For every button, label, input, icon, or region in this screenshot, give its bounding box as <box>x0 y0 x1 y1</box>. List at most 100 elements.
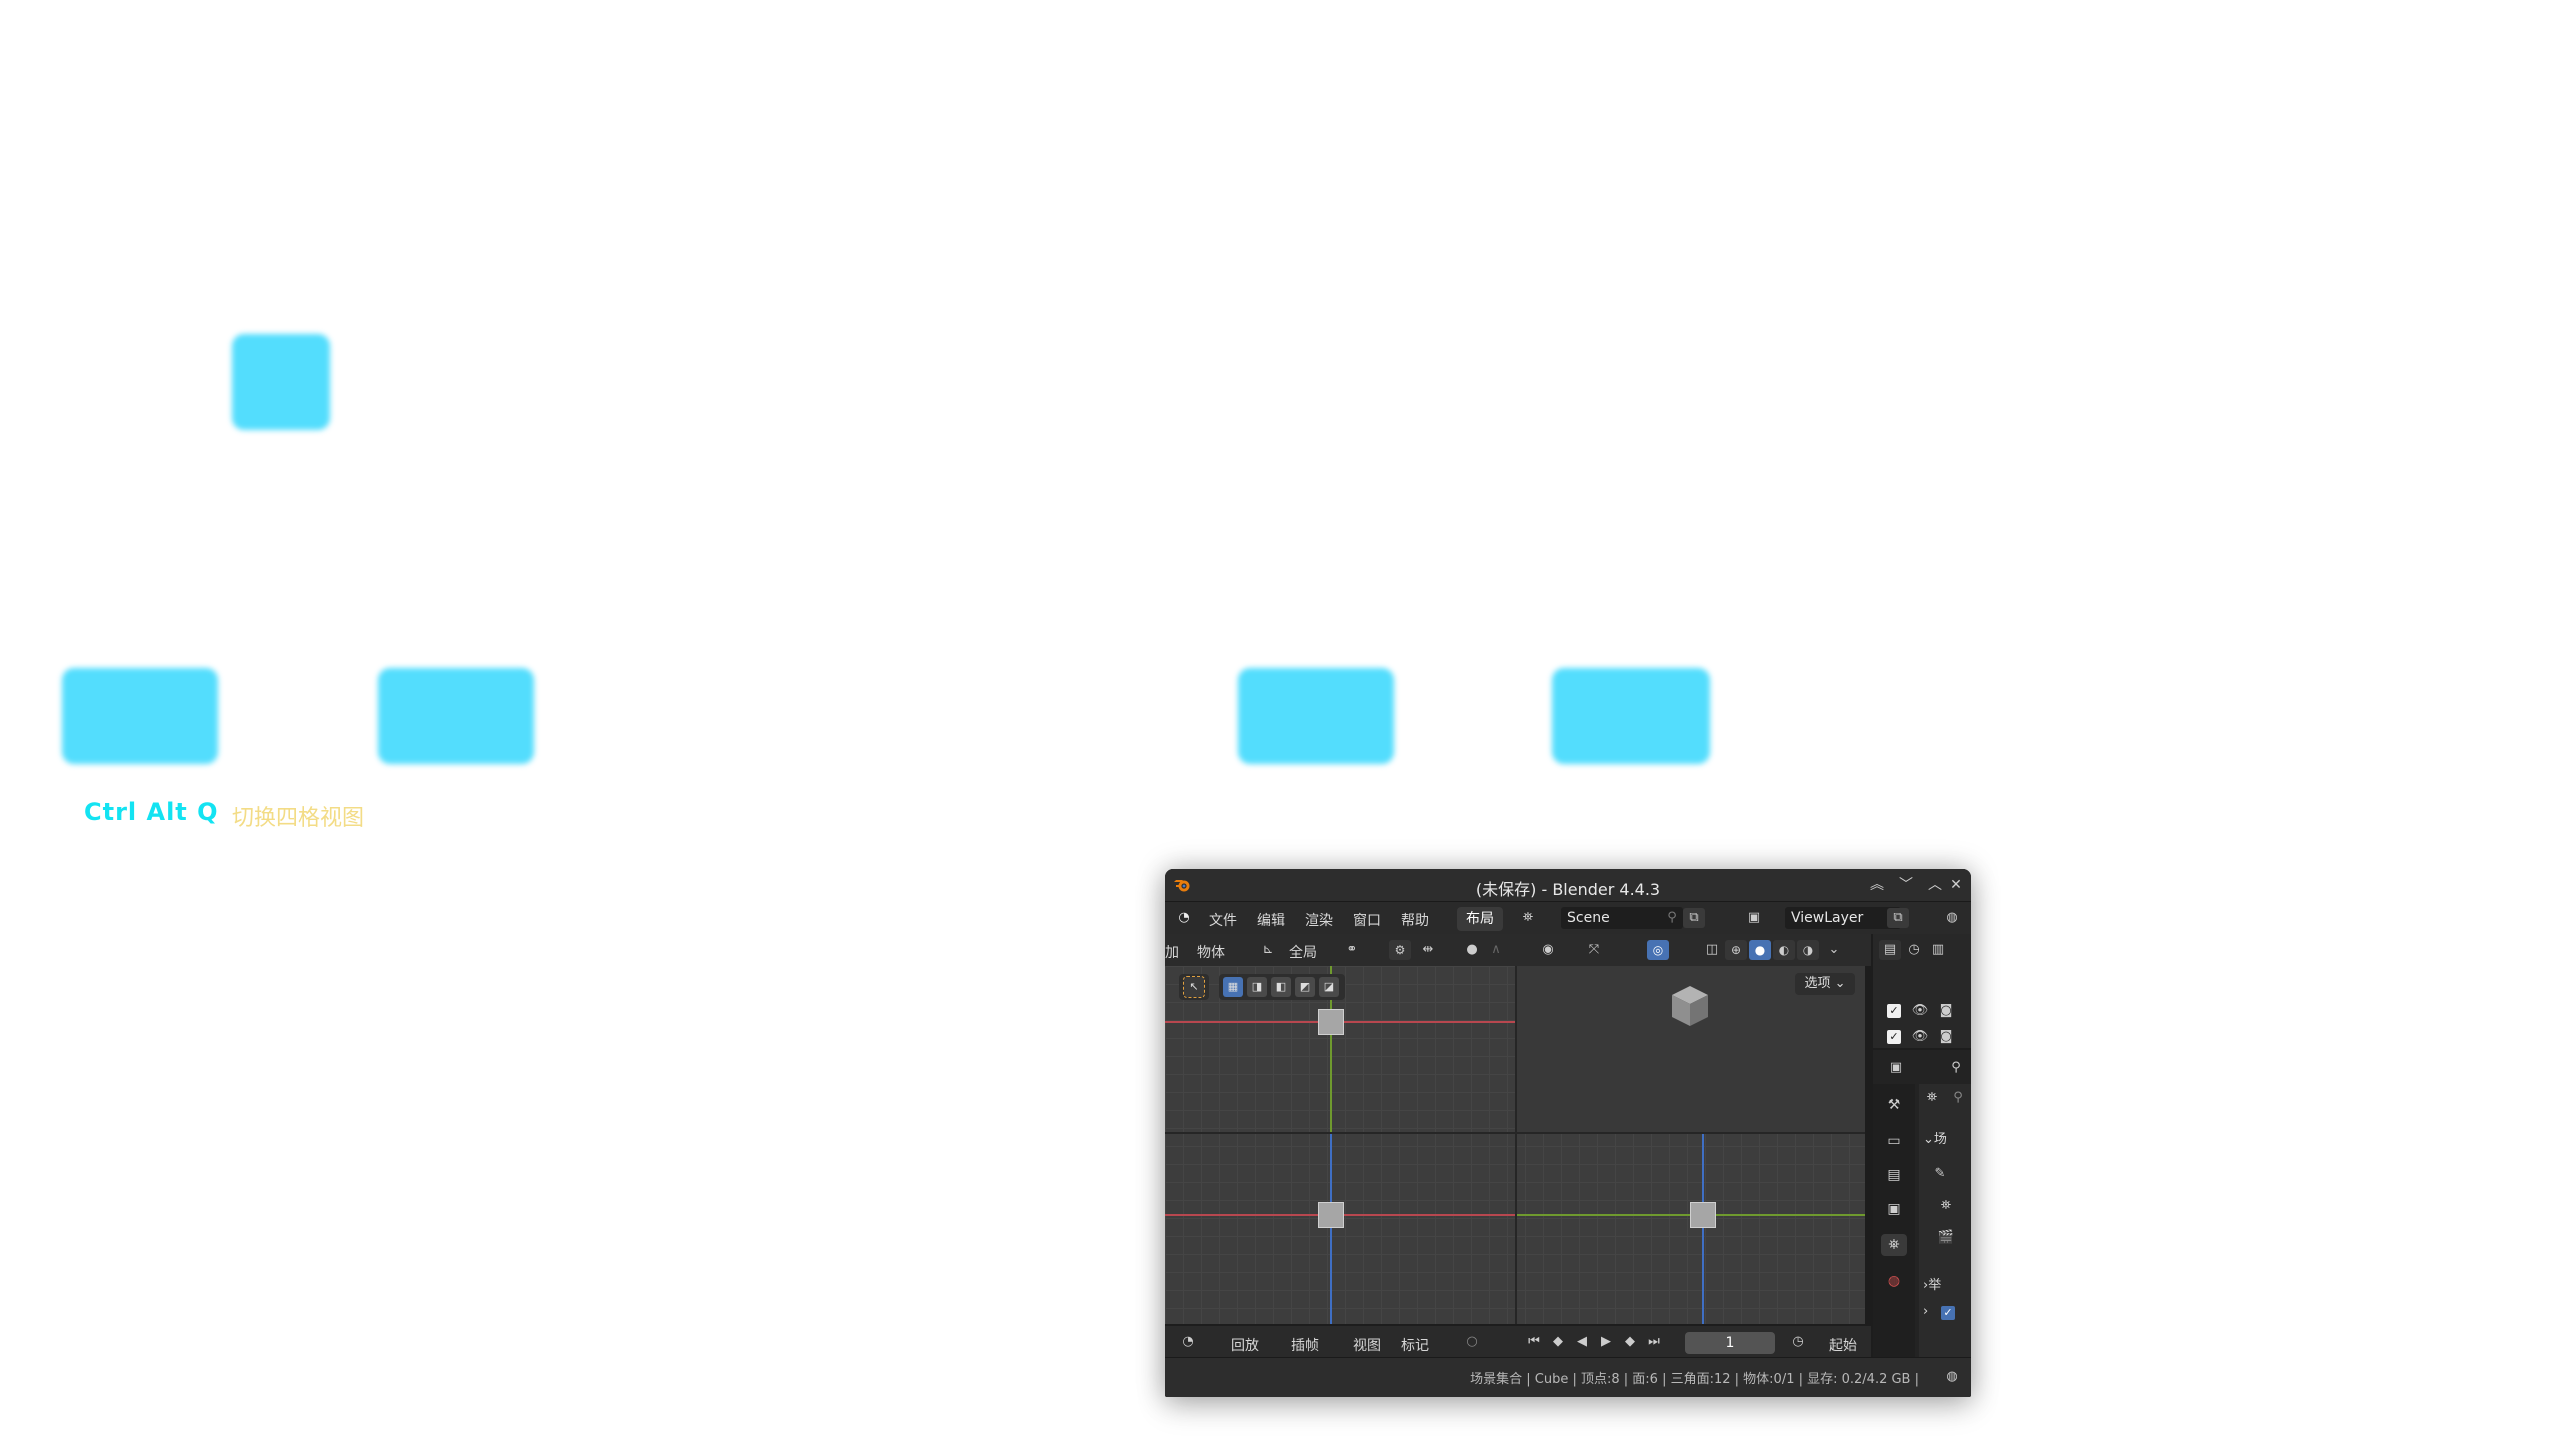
gizmo-icon[interactable]: ⤧ <box>1583 940 1605 960</box>
select-subtract-icon[interactable]: ◧ <box>1271 977 1291 997</box>
tool-tab-icon[interactable]: ⚒ <box>1881 1094 1907 1116</box>
properties-editor-type-icon[interactable]: ▣ <box>1885 1058 1907 1078</box>
keying-menu[interactable]: 插帧 <box>1291 1335 1319 1355</box>
render-tab-icon[interactable]: ▭ <box>1881 1130 1907 1152</box>
camera-eyedropper-icon[interactable]: ✎ <box>1929 1164 1951 1184</box>
outliner-new-collection-icon[interactable]: ▥ <box>1927 940 1949 960</box>
cube-side-view[interactable] <box>1690 1202 1716 1228</box>
object-checkbox[interactable]: ✓ <box>1887 1030 1901 1044</box>
playback-menu[interactable]: 回放 <box>1231 1335 1259 1355</box>
globe-icon[interactable]: ◍ <box>1941 908 1963 928</box>
quad-divider-horizontal[interactable] <box>1165 1132 1865 1134</box>
shading-rendered[interactable]: ◑ <box>1797 940 1819 960</box>
select-cursor-icon[interactable]: ↖ <box>1183 976 1205 998</box>
world-tab-icon[interactable]: ◍ <box>1881 1270 1907 1292</box>
select-intersect-icon[interactable]: ◪ <box>1319 977 1339 997</box>
pin-icon[interactable]: ⚲ <box>1947 1088 1969 1108</box>
chevrons-up-icon[interactable]: ︽ <box>1867 875 1887 895</box>
properties-tabs: ⚒ ▭ ▤ ▣ ⛯ ◍ <box>1873 1084 1915 1357</box>
menu-help[interactable]: 帮助 <box>1401 910 1429 930</box>
menu-edit[interactable]: 编辑 <box>1257 910 1285 930</box>
shading-options-icon[interactable]: ⌄ <box>1823 940 1845 960</box>
jump-start-icon[interactable]: ⏮ <box>1523 1332 1545 1352</box>
tab-layout[interactable]: 布局 <box>1457 907 1503 931</box>
quad-viewport[interactable]: ↖ ▦ ◨ ◧ ◩ ◪ 选项 ⌄ <box>1165 966 1865 1324</box>
eye-icon[interactable]: 👁 <box>1909 1001 1931 1021</box>
xray-icon[interactable]: ◫ <box>1701 940 1723 960</box>
menu-add-partial[interactable]: 加 <box>1165 942 1179 962</box>
search-icon[interactable]: ⚲ <box>1945 1058 1967 1078</box>
chevron-up-icon[interactable]: ︿ <box>1925 875 1945 895</box>
shading-wireframe[interactable]: ⊕ <box>1725 940 1747 960</box>
close-icon[interactable]: ✕ <box>1946 875 1966 895</box>
new-scene-icon[interactable]: ⧉ <box>1683 908 1705 928</box>
menu-file[interactable]: 文件 <box>1209 910 1237 930</box>
simplify-checkbox[interactable]: ✓ <box>1941 1306 1955 1320</box>
marker-menu[interactable]: 标记 <box>1401 1335 1429 1355</box>
overlays-toggle[interactable]: ◎ <box>1647 940 1669 960</box>
menu-object[interactable]: 物体 <box>1197 942 1225 962</box>
new-view-layer-icon[interactable]: ⧉ <box>1887 908 1909 928</box>
scene-selector-icon[interactable]: ⛯ <box>1517 908 1539 928</box>
next-keyframe-icon[interactable]: ◆ <box>1619 1332 1641 1352</box>
collection-checkbox[interactable]: ✓ <box>1887 1004 1901 1018</box>
record-icon[interactable]: ○ <box>1461 1332 1483 1352</box>
blender-menu-icon[interactable]: ◔ <box>1173 908 1195 928</box>
scene-statistics: 场景集合 | Cube | 顶点:8 | 面:6 | 三角面:12 | 物体:0… <box>1470 1372 1919 1387</box>
prev-keyframe-icon[interactable]: ◆ <box>1547 1332 1569 1352</box>
play-icon[interactable]: ▶ <box>1595 1332 1617 1352</box>
current-frame-field[interactable]: 1 <box>1685 1332 1775 1354</box>
window-title: (未保存) - Blender 4.4.3 <box>1475 880 1661 899</box>
snap-target-icon[interactable]: ⇹ <box>1417 940 1439 960</box>
scene-tab-icon[interactable]: ⛯ <box>1881 1234 1907 1256</box>
clip-icon[interactable]: 🎬 <box>1935 1228 1957 1248</box>
view-layer-tab-icon[interactable]: ▣ <box>1881 1198 1907 1220</box>
outliner-filter-icon[interactable]: ▤ <box>1879 940 1901 960</box>
timeline-editor-type-icon[interactable]: ◔ <box>1177 1332 1199 1352</box>
cube-perspective[interactable] <box>1670 984 1710 1028</box>
transform-orientation-icon[interactable]: ⊾ <box>1257 940 1279 960</box>
quad-divider-vertical[interactable] <box>1515 966 1517 1324</box>
scene-section-header[interactable]: ⌄场 <box>1923 1128 1947 1147</box>
camera-icon[interactable]: ◙ <box>1935 1001 1957 1021</box>
select-invert-icon[interactable]: ◩ <box>1295 977 1315 997</box>
visibility-selector-icon[interactable]: ◉ <box>1537 940 1559 960</box>
chevron-down-icon[interactable]: ﹀ <box>1896 875 1916 895</box>
output-tab-icon[interactable]: ▤ <box>1881 1164 1907 1186</box>
falloff-icon[interactable]: ∧ <box>1485 940 1507 960</box>
transform-orientation-label[interactable]: 全局 <box>1289 942 1317 962</box>
shading-solid[interactable]: ● <box>1749 940 1771 960</box>
scene-section-label: 场 <box>1933 1132 1947 1147</box>
background-scene-icon[interactable]: ⛯ <box>1935 1196 1957 1216</box>
eye-icon[interactable]: 👁 <box>1909 1027 1931 1047</box>
pin-icon[interactable]: ⚲ <box>1661 908 1683 928</box>
menu-window[interactable]: 窗口 <box>1353 910 1381 930</box>
stopwatch-icon[interactable]: ◷ <box>1787 1332 1809 1352</box>
jump-end-icon[interactable]: ⏭ <box>1643 1332 1665 1352</box>
world-section-header[interactable]: ›举 <box>1923 1274 1941 1293</box>
shading-material[interactable]: ◐ <box>1773 940 1795 960</box>
select-extend-icon[interactable]: ◨ <box>1247 977 1267 997</box>
cube-front-view[interactable] <box>1318 1202 1344 1228</box>
camera-icon[interactable]: ◙ <box>1935 1027 1957 1047</box>
network-globe-icon[interactable]: ◍ <box>1941 1367 1963 1387</box>
play-reverse-icon[interactable]: ◀ <box>1571 1332 1593 1352</box>
view-menu[interactable]: 视图 <box>1353 1335 1381 1355</box>
outliner-history-icon[interactable]: ◷ <box>1903 940 1925 960</box>
collapsed-section-arrow[interactable]: › <box>1923 1304 1928 1319</box>
menu-render[interactable]: 渲染 <box>1305 910 1333 930</box>
select-new-icon[interactable]: ▦ <box>1223 977 1243 997</box>
view-layer-field[interactable]: ViewLayer <box>1785 907 1901 929</box>
snap-toggle[interactable]: ⚙ <box>1389 940 1411 960</box>
status-bar: 场景集合 | Cube | 顶点:8 | 面:6 | 三角面:12 | 物体:0… <box>1165 1357 1971 1397</box>
proportional-edit-icon[interactable]: ● <box>1461 940 1483 960</box>
active-tool-panel: ↖ <box>1179 974 1209 1000</box>
blender-window: (未保存) - Blender 4.4.3 ︽ ﹀ ︿ ✕ ◔ 文件 编辑 渲染… <box>1165 869 1971 1397</box>
title-bar[interactable]: (未保存) - Blender 4.4.3 ︽ ﹀ ︿ ✕ <box>1165 869 1971 902</box>
cube-top-view[interactable] <box>1318 1009 1344 1035</box>
options-dropdown[interactable]: 选项 ⌄ <box>1795 973 1855 995</box>
pivot-icon[interactable]: ⚭ <box>1341 940 1363 960</box>
start-frame-label[interactable]: 起始 <box>1829 1335 1857 1355</box>
timeline-header: ◔ 回放 插帧 视图 标记 ○ ⏮ ◆ ◀ ▶ ◆ ⏭ 1 ◷ 起始 <box>1165 1324 1871 1359</box>
view-layer-selector-icon[interactable]: ▣ <box>1743 908 1765 928</box>
